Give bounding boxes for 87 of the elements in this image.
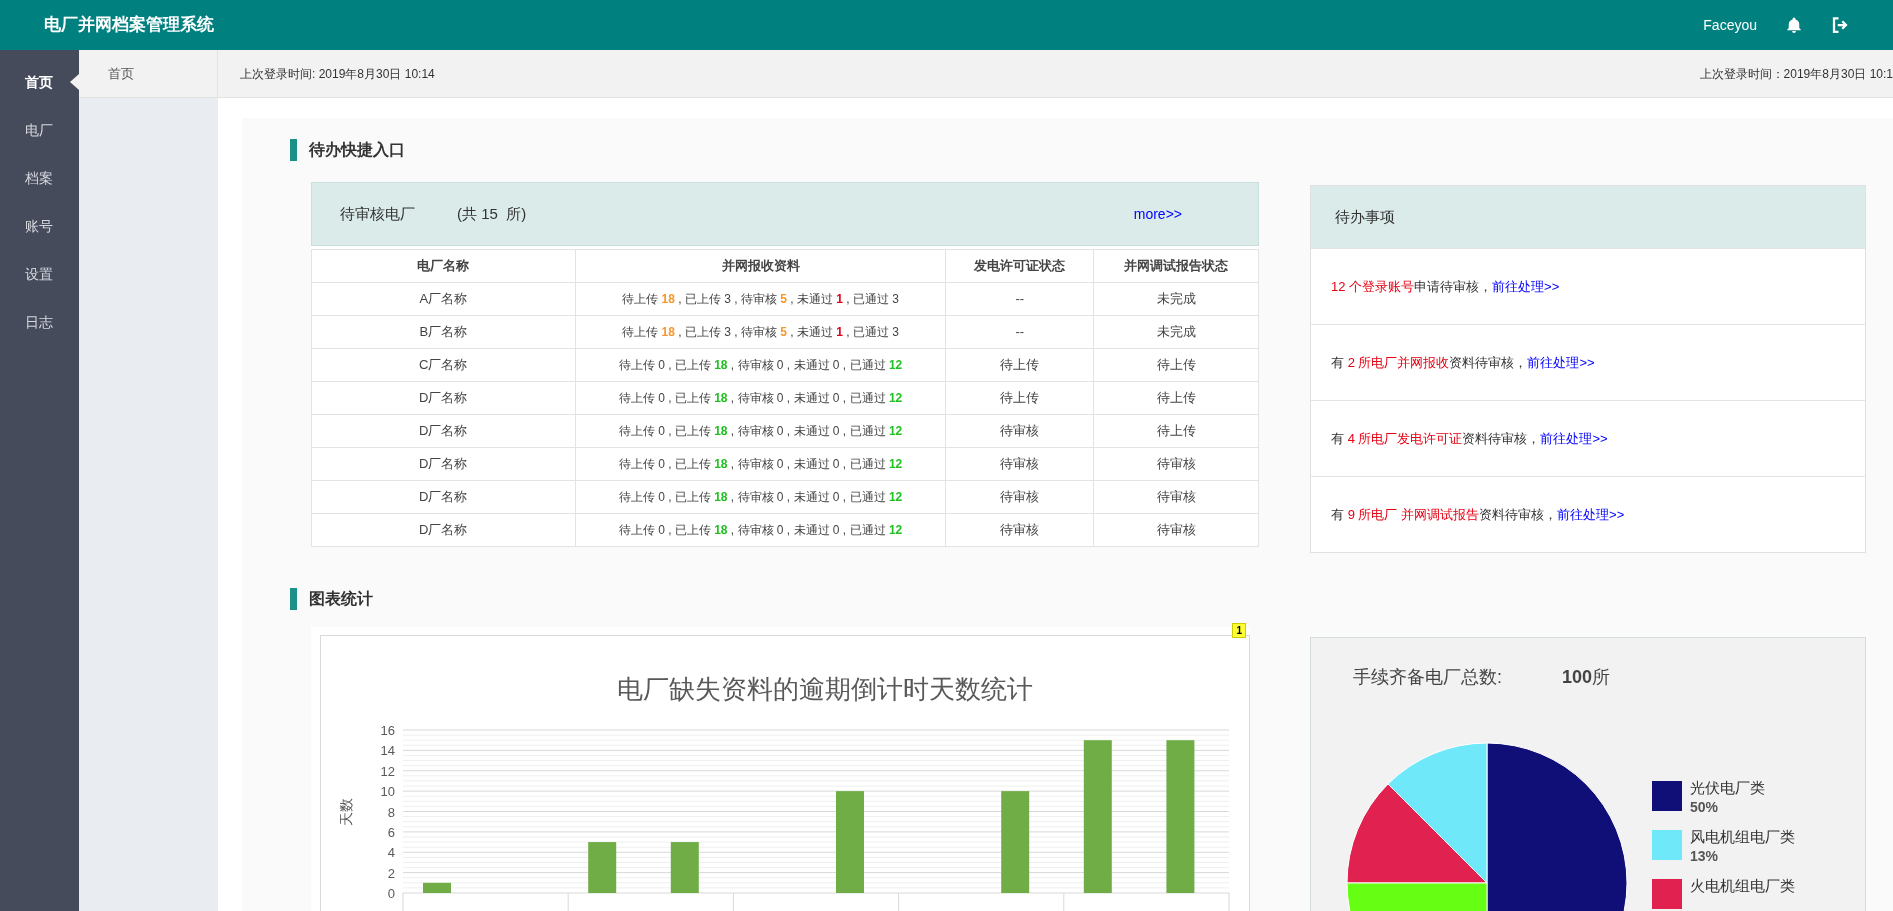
axis-tick-label: 14 xyxy=(380,743,395,759)
legend-label: 风电机组电厂类 xyxy=(1690,828,1795,846)
axis-tick-label: 4 xyxy=(387,845,395,861)
user-name[interactable]: Faceyou xyxy=(1703,14,1757,36)
table-cell: B厂名称 xyxy=(311,315,576,349)
bar xyxy=(423,882,451,893)
table-cell: D厂名称 xyxy=(311,381,576,415)
table-cell: 待上传 0 , 已上传 18 , 待审核 0 , 未通过 0 , 已通过 12 xyxy=(575,381,946,415)
axis-tick-label: 16 xyxy=(380,723,395,738)
bar xyxy=(670,842,699,893)
bell-icon[interactable] xyxy=(1785,16,1803,34)
axis-tick-label: 6 xyxy=(387,824,395,840)
todo-text: 有 4 所电厂发电许可证资料待审核，前往处理>> xyxy=(1331,429,1608,448)
last-login-text: 上次登录时间：2019年8月30日 10:1 xyxy=(1699,65,1893,83)
plant-count: (共 15 所) xyxy=(457,203,527,224)
table-cell: 待上传 xyxy=(1093,381,1259,415)
table-cell: 未完成 xyxy=(1093,315,1259,349)
axis-tick-label: 10 xyxy=(380,784,395,800)
process-link[interactable]: 前往处理>> xyxy=(1540,430,1608,446)
sidebar-item[interactable]: 电厂 xyxy=(25,119,53,141)
legend-percent: 50% xyxy=(1690,798,1720,817)
subnav-tab[interactable]: 首页 xyxy=(108,63,134,84)
axis-tick-label: 8 xyxy=(387,804,395,820)
table-cell: -- xyxy=(945,315,1094,349)
app-title: 电厂并网档案管理系统 xyxy=(44,14,214,37)
table-cell: 待上传 0 , 已上传 18 , 待审核 0 , 未通过 0 , 已通过 12 xyxy=(575,414,946,448)
table-cell: 待上传 0 , 已上传 18 , 待审核 0 , 未通过 0 , 已通过 12 xyxy=(575,348,946,382)
column-header: 发电许可证状态 xyxy=(945,249,1094,283)
last-login-text: 上次登录时间: 2019年8月30日 10:14 xyxy=(240,65,435,83)
card-title: 待审核电厂 xyxy=(340,203,415,224)
table-cell: 待上传 0 , 已上传 18 , 待审核 0 , 未通过 0 , 已通过 12 xyxy=(575,513,946,547)
table-cell: 待上传 0 , 已上传 18 , 待审核 0 , 未通过 0 , 已通过 12 xyxy=(575,480,946,514)
column-header: 电厂名称 xyxy=(311,249,576,283)
column-header: 并网调试报告状态 xyxy=(1093,249,1259,283)
chart-badge: 1 xyxy=(1232,623,1246,638)
card-title: 待办事项 xyxy=(1335,206,1395,227)
table-cell: 待上传 0 , 已上传 18 , 待审核 0 , 未通过 0 , 已通过 12 xyxy=(575,447,946,481)
todo-text: 有 2 所电厂并网报收资料待审核，前往处理>> xyxy=(1331,353,1595,372)
section-marker xyxy=(290,139,297,161)
table-cell: 待上传 18 , 已上传 3 , 待审核 5 , 未通过 1 , 已通过 3 xyxy=(575,315,946,349)
table-cell: 待审核 xyxy=(945,414,1094,448)
todo-text: 12 个登录账号申请待审核，前往处理>> xyxy=(1331,277,1560,296)
table-cell: D厂名称 xyxy=(311,447,576,481)
more-link[interactable]: more>> xyxy=(1133,203,1182,225)
sidebar-item[interactable]: 档案 xyxy=(25,167,53,189)
table-cell: D厂名称 xyxy=(311,414,576,448)
total-count: 100所 xyxy=(1562,666,1611,689)
process-link[interactable]: 前往处理>> xyxy=(1527,354,1595,370)
table-cell: D厂名称 xyxy=(311,480,576,514)
table-cell: C厂名称 xyxy=(311,348,576,382)
table-cell: A厂名称 xyxy=(311,282,576,316)
table-cell: 待上传 xyxy=(1093,348,1259,382)
sidebar-item[interactable]: 日志 xyxy=(25,311,53,333)
table-cell: 待审核 xyxy=(1093,513,1259,547)
legend-label: 火电机组电厂类 xyxy=(1690,877,1795,895)
table-cell: 待上传 xyxy=(945,348,1094,382)
axis-tick-label: 12 xyxy=(380,763,395,779)
table-cell: 待上传 18 , 已上传 3 , 待审核 5 , 未通过 1 , 已通过 3 xyxy=(575,282,946,316)
bar xyxy=(588,842,617,893)
todo-text: 有 9 所电厂 并网调试报告资料待审核，前往处理>> xyxy=(1331,505,1625,524)
axis-tick-label: 2 xyxy=(387,865,395,881)
logout-icon[interactable] xyxy=(1831,16,1849,34)
process-link[interactable]: 前往处理>> xyxy=(1557,506,1625,522)
sidebar-item[interactable]: 设置 xyxy=(25,263,53,285)
section-title: 待办快捷入口 xyxy=(309,140,405,160)
legend-percent: 13% xyxy=(1690,847,1720,866)
sidebar-item[interactable]: 首页 xyxy=(25,71,53,93)
sidebar-item[interactable]: 账号 xyxy=(25,215,53,237)
legend-label: 光伏电厂类 xyxy=(1690,779,1765,797)
process-link[interactable]: 前往处理>> xyxy=(1492,278,1560,294)
table-cell: -- xyxy=(945,282,1094,316)
axis-tick-label: 0 xyxy=(387,886,395,901)
table-cell: 待上传 xyxy=(945,381,1094,415)
table-cell: 未完成 xyxy=(1093,282,1259,316)
table-cell: D厂名称 xyxy=(311,513,576,547)
table-cell: 待审核 xyxy=(945,480,1094,514)
section-marker xyxy=(290,588,297,610)
chart-title: 电厂缺失资料的逾期倒计时天数统计 xyxy=(617,674,1033,704)
section-title: 图表统计 xyxy=(309,589,373,609)
table-cell: 待上传 xyxy=(1093,414,1259,448)
table-cell: 待审核 xyxy=(945,513,1094,547)
table-cell: 待审核 xyxy=(1093,447,1259,481)
table-cell: 待审核 xyxy=(1093,480,1259,514)
axis-label: 天数 xyxy=(338,797,354,826)
pie-title: 手续齐备电厂总数: xyxy=(1353,666,1502,689)
column-header: 并网报收资料 xyxy=(575,249,946,283)
table-cell: 待审核 xyxy=(945,447,1094,481)
